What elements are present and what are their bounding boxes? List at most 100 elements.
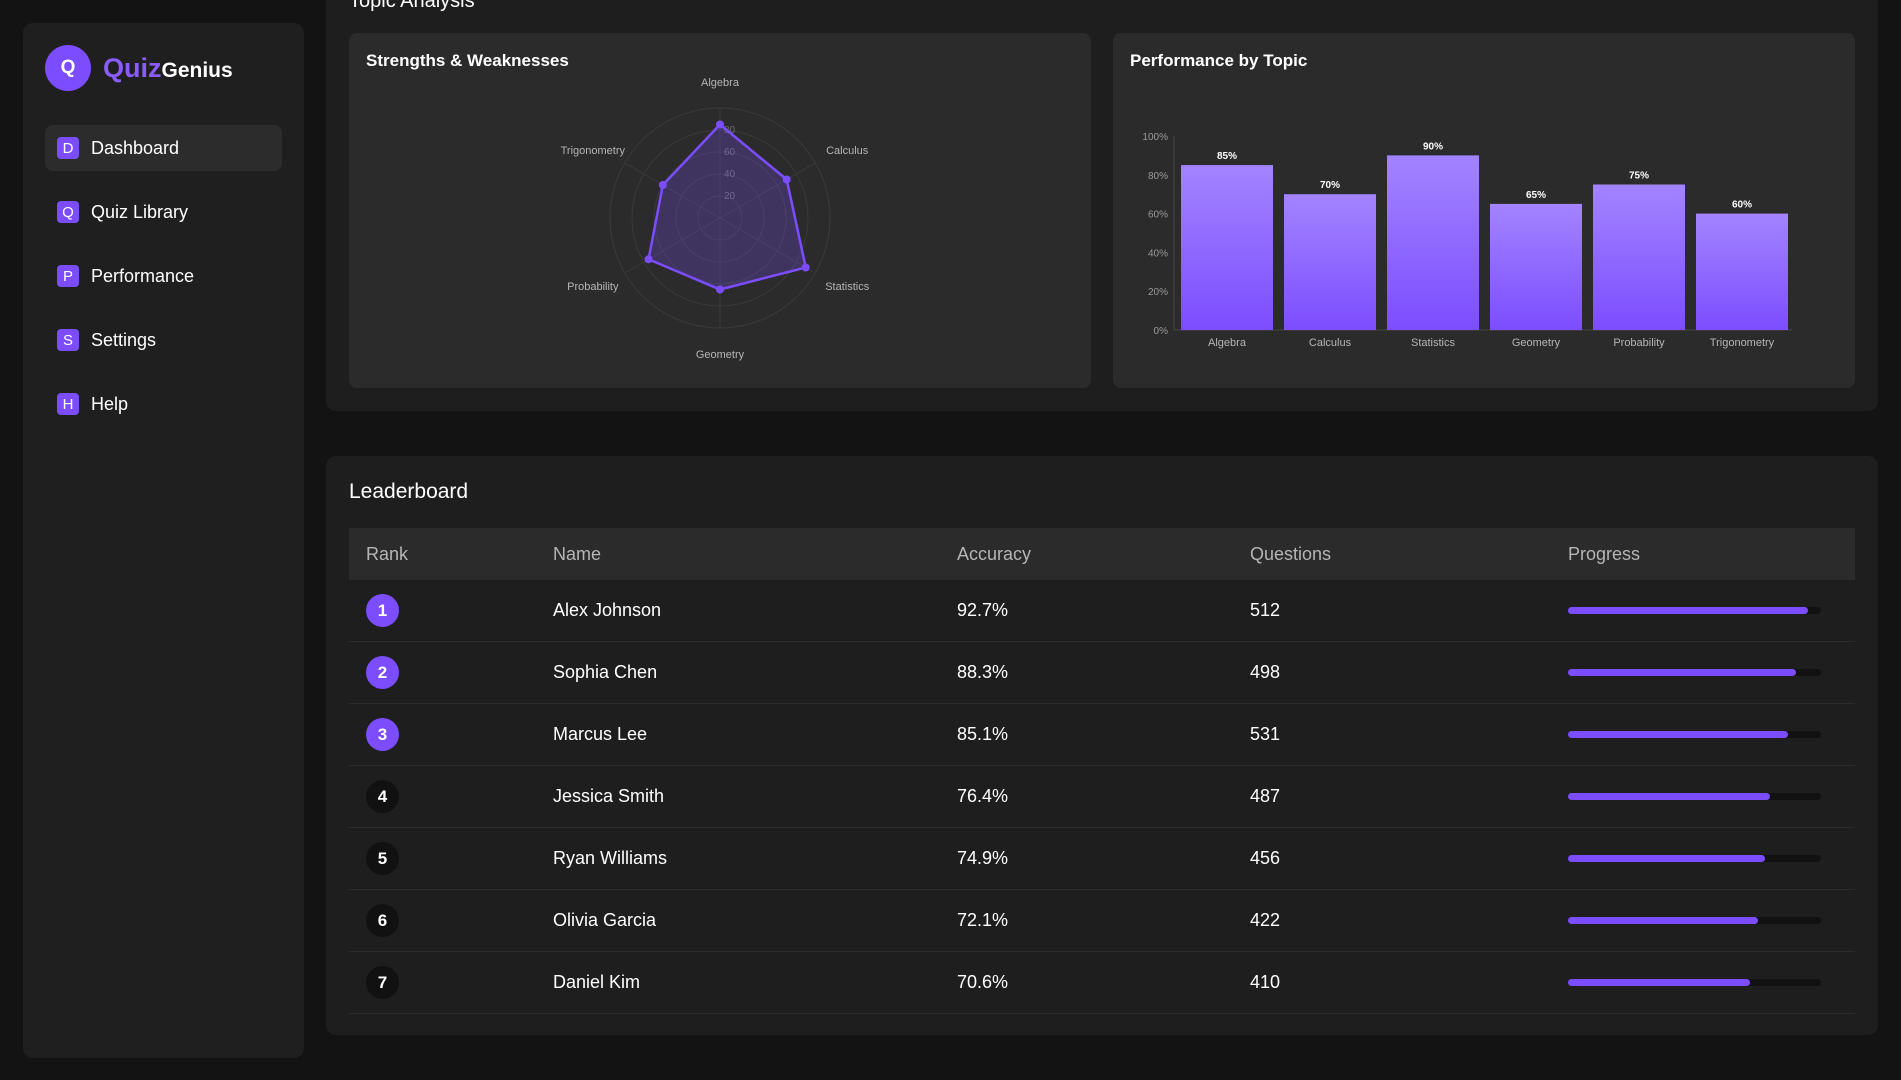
progress-bar-fill xyxy=(1568,979,1751,986)
table-header: Rank Name Accuracy Questions Progress xyxy=(349,528,1855,580)
radar-chart: 20406080AlgebraCalculusStatisticsGeometr… xyxy=(561,77,870,361)
quiz-library-icon: Q xyxy=(57,201,79,223)
questions-cell: 531 xyxy=(1250,724,1281,744)
progress-cell xyxy=(1568,855,1855,862)
accuracy-cell: 88.3% xyxy=(957,662,1009,682)
progress-bar-fill xyxy=(1568,793,1771,800)
sidebar: Q Quiz Genius D Dashboard Q Quiz Library… xyxy=(23,23,304,1058)
rank-badge: 1 xyxy=(366,594,399,627)
bar xyxy=(1387,155,1479,330)
table-row[interactable]: 5 Ryan Williams 74.9% 456 xyxy=(349,828,1855,890)
bar-y-tick-label: 0% xyxy=(1154,326,1169,337)
column-header-accuracy[interactable]: Accuracy xyxy=(957,544,1250,565)
sidebar-item-dashboard[interactable]: D Dashboard xyxy=(45,125,282,171)
bar-data-label: 70% xyxy=(1320,180,1340,191)
radar-category-label: Calculus xyxy=(826,145,869,157)
table-row[interactable]: 7 Daniel Kim 70.6% 410 xyxy=(349,952,1855,1014)
bar-y-tick-label: 80% xyxy=(1148,171,1168,182)
rank-cell: 1 xyxy=(349,594,553,627)
radar-category-label: Trigonometry xyxy=(561,145,626,157)
sidebar-item-label: Help xyxy=(91,393,129,414)
rank-cell: 3 xyxy=(349,718,553,751)
questions-cell: 512 xyxy=(1250,600,1281,620)
radar-point xyxy=(644,255,653,264)
table-row[interactable]: 4 Jessica Smith 76.4% 487 xyxy=(349,766,1855,828)
accuracy-cell: 70.6% xyxy=(957,972,1009,992)
rank-badge: 3 xyxy=(366,718,399,751)
questions-cell: 410 xyxy=(1250,972,1281,992)
sidebar-item-label: Dashboard xyxy=(91,137,180,158)
rank-badge: 6 xyxy=(366,904,399,937)
radar-category-label: Algebra xyxy=(701,77,740,89)
name-cell: Daniel Kim xyxy=(553,972,641,992)
performance-icon: P xyxy=(57,265,79,287)
radar-point xyxy=(782,175,791,184)
help-icon: H xyxy=(57,393,79,415)
accuracy-cell: 85.1% xyxy=(957,724,1009,744)
radar-category-label: Geometry xyxy=(696,349,745,361)
progress-cell xyxy=(1568,793,1855,800)
bar-chart-panel: Performance by Topic 0% 20% 40% 60% 80% 100% 8… xyxy=(1113,33,1855,388)
bar-category-label: Geometry xyxy=(1512,337,1561,349)
progress-bar-fill xyxy=(1568,669,1796,676)
progress-cell xyxy=(1568,731,1855,738)
column-header-progress[interactable]: Progress xyxy=(1568,544,1855,565)
questions-cell: 456 xyxy=(1250,848,1281,868)
bar-category-label: Trigonometry xyxy=(1710,337,1775,349)
progress-bar xyxy=(1568,669,1821,676)
bar-category-label: Probability xyxy=(1613,337,1665,349)
table-row[interactable]: 2 Sophia Chen 88.3% 498 xyxy=(349,642,1855,704)
table-body: 1 Alex Johnson 92.7% 512 2 Sophia Chen 88.3% 49… xyxy=(349,580,1855,1014)
rank-cell: 2 xyxy=(349,656,553,689)
rank-badge: 5 xyxy=(366,842,399,875)
sidebar-item-help[interactable]: H Help xyxy=(45,381,282,427)
progress-cell xyxy=(1568,607,1855,614)
bar xyxy=(1284,194,1376,330)
bar-data-label: 75% xyxy=(1629,171,1649,182)
bar xyxy=(1593,184,1685,330)
column-header-questions[interactable]: Questions xyxy=(1250,544,1568,565)
rank-badge: 7 xyxy=(366,966,399,999)
table-row[interactable]: 6 Olivia Garcia 72.1% 422 xyxy=(349,890,1855,952)
radar-point xyxy=(716,285,724,294)
progress-bar xyxy=(1568,607,1821,614)
name-cell: Alex Johnson xyxy=(553,600,662,620)
radar-category-label: Statistics xyxy=(825,281,870,293)
table-row[interactable]: 3 Marcus Lee 85.1% 531 xyxy=(349,704,1855,766)
name-cell: Marcus Lee xyxy=(553,724,648,744)
settings-icon: S xyxy=(57,329,79,351)
sidebar-item-settings[interactable]: S Settings xyxy=(45,317,282,363)
topic-analysis-title: Topic Analysis xyxy=(349,0,475,12)
sidebar-item-label: Performance xyxy=(91,265,195,286)
radar-chart-panel: Strengths & Weaknesses 20406080AlgebraCa… xyxy=(349,33,1091,388)
radar-series-area xyxy=(647,122,808,291)
bar-category-label: Statistics xyxy=(1411,337,1456,349)
rank-cell: 5 xyxy=(349,842,553,875)
progress-bar-fill xyxy=(1568,855,1766,862)
sidebar-item-quiz-library[interactable]: Q Quiz Library xyxy=(45,189,282,235)
radar-point xyxy=(716,120,724,129)
rank-cell: 7 xyxy=(349,966,553,999)
progress-bar-fill xyxy=(1568,607,1809,614)
sidebar-item-performance[interactable]: P Performance xyxy=(45,253,282,299)
name-cell: Olivia Garcia xyxy=(553,910,657,930)
radar-category-label: Probability xyxy=(567,281,619,293)
column-header-name[interactable]: Name xyxy=(553,544,957,565)
column-header-rank[interactable]: Rank xyxy=(349,544,553,565)
brand[interactable]: Q Quiz Genius xyxy=(45,45,282,91)
bar-y-tick-label: 60% xyxy=(1148,210,1168,221)
leaderboard-card: Leaderboard Rank Name Accuracy Questions… xyxy=(326,456,1878,1035)
bar-y-tick-label: 20% xyxy=(1148,287,1168,298)
bar-y-tick-label: 40% xyxy=(1148,248,1168,259)
brand-name-part1: Quiz xyxy=(103,52,162,83)
table-row[interactable]: 1 Alex Johnson 92.7% 512 xyxy=(349,580,1855,642)
accuracy-cell: 92.7% xyxy=(957,600,1009,620)
progress-bar xyxy=(1568,793,1821,800)
bar-data-label: 65% xyxy=(1526,190,1546,201)
rank-badge: 4 xyxy=(366,780,399,813)
sidebar-item-label: Quiz Library xyxy=(91,201,189,222)
name-cell: Jessica Smith xyxy=(553,786,665,806)
bar xyxy=(1490,203,1582,330)
sidebar-nav: D Dashboard Q Quiz Library P Performance… xyxy=(45,125,282,427)
bar xyxy=(1696,213,1788,330)
